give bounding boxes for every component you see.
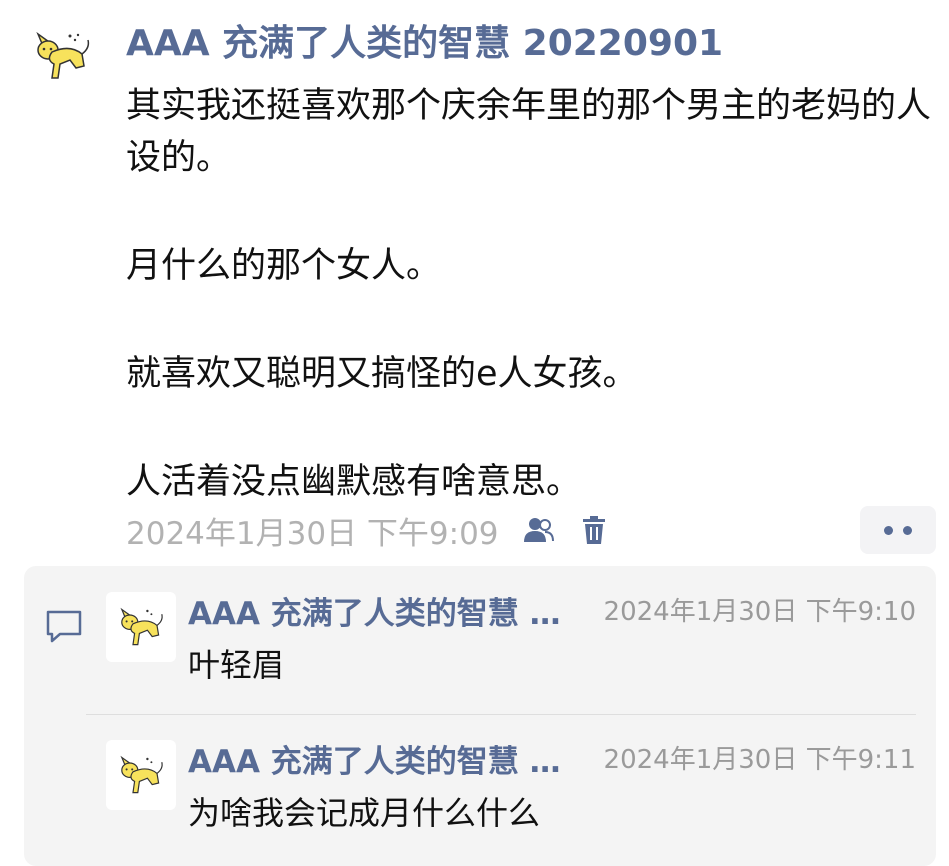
commenter-avatar[interactable] bbox=[106, 592, 176, 662]
commenter-name[interactable]: AAA 充满了人类的智慧 20220901 bbox=[188, 592, 578, 636]
yellow-cat-icon bbox=[120, 607, 163, 646]
more-options-button[interactable] bbox=[860, 506, 936, 554]
comment-timestamp: 2024年1月30日 下午9:10 bbox=[603, 597, 916, 627]
post-paragraph: 人活着没点幽默感有啥意思。 bbox=[126, 462, 582, 502]
yellow-cat-icon bbox=[36, 31, 90, 79]
comment-item: AAA 充满了人类的智慧 20220901 2024年1月30日 下午9:10 … bbox=[106, 592, 936, 702]
post-meta-row: 2024年1月30日 下午9:09 bbox=[126, 508, 611, 552]
post-paragraph: 月什么的那个女人。 bbox=[126, 246, 442, 286]
post-timestamp: 2024年1月30日 下午9:09 bbox=[126, 515, 499, 552]
commenter-avatar[interactable] bbox=[106, 740, 176, 810]
post-paragraph: 就喜欢又聪明又搞怪的e人女孩。 bbox=[126, 354, 638, 394]
comment-text[interactable]: 为啥我会记成月什么什么 bbox=[188, 790, 540, 836]
author-avatar[interactable] bbox=[30, 26, 94, 86]
comment-timestamp: 2024年1月30日 下午9:11 bbox=[603, 745, 916, 775]
comment-text[interactable]: 叶轻眉 bbox=[188, 642, 284, 688]
comment-bubble-icon bbox=[44, 606, 84, 646]
more-dots-icon bbox=[903, 525, 912, 535]
commenter-name[interactable]: AAA 充满了人类的智慧 20220901 bbox=[188, 740, 578, 784]
post-author-name[interactable]: AAA 充满了人类的智慧 20220901 bbox=[126, 22, 723, 66]
post-body: 其实我还挺喜欢那个庆余年里的那个男主的老妈的人设的。 月什么的那个女人。 就喜欢… bbox=[126, 80, 936, 508]
post-paragraph: 其实我还挺喜欢那个庆余年里的那个男主的老妈的人设的。 bbox=[126, 86, 932, 178]
trash-icon[interactable] bbox=[577, 513, 611, 547]
yellow-cat-icon bbox=[120, 755, 163, 794]
comment-divider bbox=[86, 714, 916, 715]
partial-visibility-people-icon[interactable] bbox=[521, 513, 555, 547]
comment-item: AAA 充满了人类的智慧 20220901 2024年1月30日 下午9:11 … bbox=[106, 740, 936, 850]
more-dots-icon bbox=[884, 525, 893, 535]
